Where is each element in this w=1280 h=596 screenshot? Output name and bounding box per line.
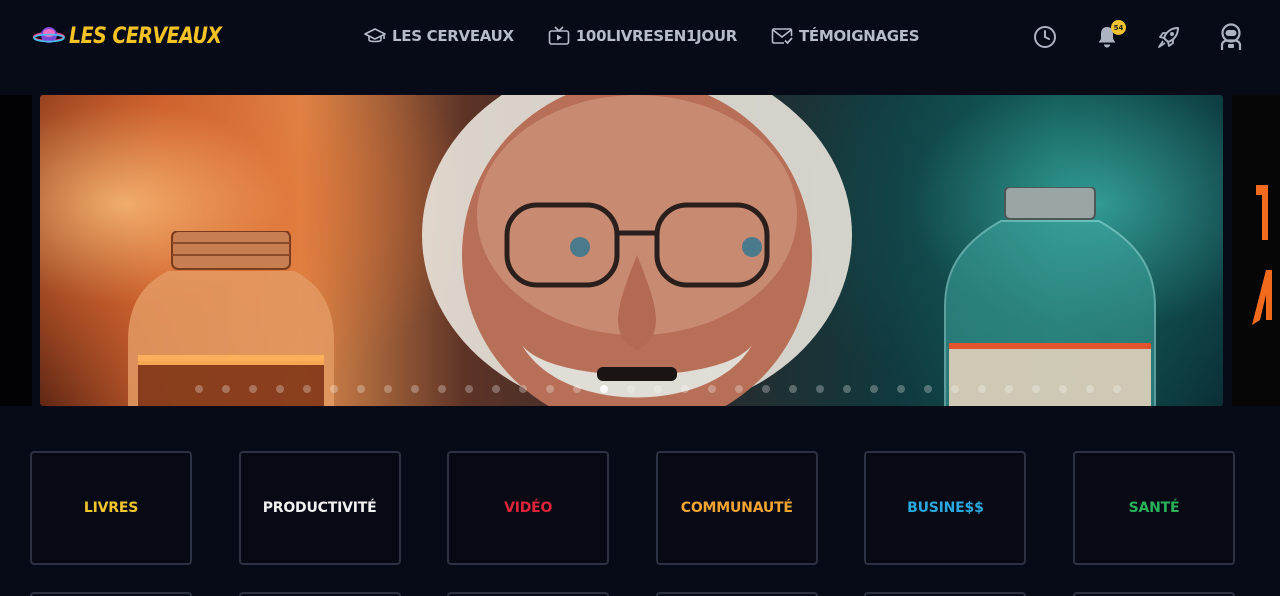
carousel-dot[interactable] xyxy=(897,385,905,393)
category-card[interactable]: LIVRES xyxy=(30,451,192,565)
carousel-dot[interactable] xyxy=(789,385,797,393)
category-card-partial[interactable] xyxy=(447,592,610,596)
carousel-dot[interactable] xyxy=(1032,385,1040,393)
carousel-dot[interactable] xyxy=(249,385,257,393)
old-man-portrait-illustration xyxy=(422,95,852,406)
rocket-icon xyxy=(1158,27,1179,48)
category-card[interactable]: COMMUNAUTÉ xyxy=(655,451,818,565)
carousel-dot[interactable] xyxy=(762,385,770,393)
category-card[interactable]: BUSINE$$ xyxy=(864,451,1027,565)
category-grid-row-2 xyxy=(30,592,1235,596)
carousel-dot[interactable] xyxy=(303,385,311,393)
category-label: COMMUNAUTÉ xyxy=(680,500,793,516)
graduation-cap-icon xyxy=(364,28,386,43)
category-card-partial[interactable] xyxy=(1072,592,1235,596)
category-card-partial[interactable] xyxy=(238,592,401,596)
mail-check-icon xyxy=(771,28,793,45)
carousel-dot[interactable] xyxy=(600,385,608,393)
carousel-dot[interactable] xyxy=(330,385,338,393)
carousel-dot[interactable] xyxy=(924,385,932,393)
carousel-dot[interactable] xyxy=(816,385,824,393)
main-nav: LES CERVEAUX 100LIVRESEN1JOUR TÉMOIGNAGE… xyxy=(364,26,920,46)
nav-item-100livresen1jour[interactable]: 100LIVRESEN1JOUR xyxy=(548,26,737,46)
carousel-dot[interactable] xyxy=(438,385,446,393)
nav-label: LES CERVEAUX xyxy=(392,27,514,45)
notification-badge: 54 xyxy=(1111,20,1126,35)
category-label: LIVRES xyxy=(83,500,139,516)
carousel-dot[interactable] xyxy=(1059,385,1067,393)
nav-label: TÉMOIGNAGES xyxy=(798,27,920,45)
carousel-dot[interactable] xyxy=(1005,385,1013,393)
carousel-dot[interactable] xyxy=(843,385,851,393)
category-card[interactable]: VIDÉO xyxy=(447,451,610,565)
site-logo[interactable]: LES CERVEAUX xyxy=(33,23,222,49)
carousel-dot[interactable] xyxy=(573,385,581,393)
nav-item-temoignages[interactable]: TÉMOIGNAGES xyxy=(771,26,920,46)
category-label: PRODUCTIVITÉ xyxy=(262,500,377,516)
category-card[interactable]: PRODUCTIVITÉ xyxy=(238,451,401,565)
hero-carousel[interactable] xyxy=(0,95,1280,407)
carousel-dot[interactable] xyxy=(195,385,203,393)
planet-logo-icon xyxy=(33,27,65,43)
carousel-dot[interactable] xyxy=(357,385,365,393)
category-label: BUSINE$$ xyxy=(907,500,984,516)
carousel-dot[interactable] xyxy=(519,385,527,393)
account-button[interactable] xyxy=(1218,23,1244,50)
carousel-dot[interactable] xyxy=(870,385,878,393)
carousel-dot[interactable] xyxy=(627,385,635,393)
carousel-dot[interactable] xyxy=(654,385,662,393)
logo-text: LES CERVEAUX xyxy=(69,23,222,49)
carousel-dot[interactable] xyxy=(951,385,959,393)
carousel-dot[interactable] xyxy=(978,385,986,393)
carousel-dot[interactable] xyxy=(1113,385,1121,393)
category-card-partial[interactable] xyxy=(864,592,1027,596)
carousel-dot[interactable] xyxy=(492,385,500,393)
carousel-dot[interactable] xyxy=(276,385,284,393)
top-navbar: LES CERVEAUX LES CERVEAUX 100LIVRESEN1JO… xyxy=(0,0,1280,76)
history-button[interactable] xyxy=(1032,24,1058,50)
next-slide-peek[interactable] xyxy=(1232,95,1280,406)
category-card[interactable]: SANTÉ xyxy=(1072,451,1235,565)
page: LES CERVEAUX LES CERVEAUX 100LIVRESEN1JO… xyxy=(0,0,1280,596)
tv-play-icon xyxy=(548,26,570,45)
boost-button[interactable] xyxy=(1156,24,1182,50)
category-label: VIDÉO xyxy=(504,500,553,516)
notifications-button[interactable]: 54 xyxy=(1094,20,1126,50)
nav-item-les-cerveaux[interactable]: LES CERVEAUX xyxy=(364,26,514,46)
category-grid: LIVRES PRODUCTIVITÉ VIDÉO COMMUNAUTÉ BUSINE$… xyxy=(30,451,1235,565)
carousel-dot[interactable] xyxy=(546,385,554,393)
header-actions: 54 xyxy=(1032,20,1244,50)
glowing-jar-illustration xyxy=(128,231,334,406)
carousel-dot[interactable] xyxy=(708,385,716,393)
next-slide-artwork xyxy=(1252,185,1272,325)
category-card-partial[interactable] xyxy=(30,592,192,596)
nav-label: 100LIVRESEN1JOUR xyxy=(575,27,737,45)
carousel-dot[interactable] xyxy=(411,385,419,393)
carousel-dot[interactable] xyxy=(222,385,230,393)
carousel-dot[interactable] xyxy=(384,385,392,393)
carousel-dots xyxy=(195,385,1121,393)
astronaut-avatar-icon xyxy=(1220,23,1242,50)
carousel-dot[interactable] xyxy=(465,385,473,393)
carousel-dot[interactable] xyxy=(1086,385,1094,393)
clock-icon xyxy=(1034,26,1056,48)
teal-jar-illustration xyxy=(944,187,1156,406)
carousel-dot[interactable] xyxy=(735,385,743,393)
hero-slide-image[interactable] xyxy=(40,95,1223,406)
category-card-partial[interactable] xyxy=(655,592,818,596)
carousel-dot[interactable] xyxy=(681,385,689,393)
previous-slide-peek[interactable] xyxy=(0,95,32,406)
category-label: SANTÉ xyxy=(1128,500,1180,516)
